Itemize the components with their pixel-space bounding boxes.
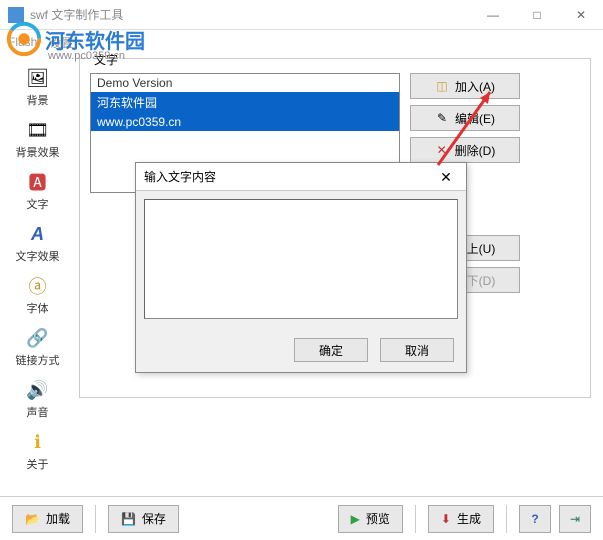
sidebar-item-about[interactable]: ℹ 关于 [8, 426, 68, 476]
menu-flash[interactable]: Flash [8, 35, 37, 49]
info-icon: ℹ [26, 430, 50, 454]
sidebar-item-label: 文字 [27, 196, 49, 212]
button-label: 生成 [457, 510, 481, 527]
add-icon: ◫ [435, 79, 449, 93]
cancel-button[interactable]: 取消 [380, 338, 454, 362]
exit-icon: ⇥ [570, 512, 580, 526]
minimize-button[interactable]: — [471, 0, 515, 30]
save-button[interactable]: 💾 保存 [108, 505, 179, 533]
load-button[interactable]: 📂 加载 [12, 505, 83, 533]
bottombar: 📂 加载 💾 保存 ▶ 预览 ⬇ 生成 ? ⇥ [0, 496, 603, 540]
sidebar-item-font[interactable]: ⓐ 字体 [8, 270, 68, 320]
help-button[interactable]: ? [519, 505, 551, 533]
divider [506, 505, 507, 533]
button-label: 删除(D) [455, 142, 496, 159]
sidebar-item-sound[interactable]: 🔊 声音 [8, 374, 68, 424]
menu-settings[interactable]: 设置 [49, 34, 73, 51]
sidebar-item-label: 背景 [27, 92, 49, 108]
dialog-title-text: 输入文字内容 [144, 168, 216, 185]
text-input[interactable] [144, 199, 458, 319]
text-effect-icon: A [26, 222, 50, 246]
sidebar-item-link[interactable]: 🔗 链接方式 [8, 322, 68, 372]
sidebar-item-label: 字体 [27, 300, 49, 316]
sidebar-item-label: 声音 [27, 404, 49, 420]
dialog-close-button[interactable]: ✕ [426, 163, 466, 191]
sidebar-item-label: 文字效果 [16, 248, 60, 264]
button-label: 预览 [366, 510, 390, 527]
button-label: 加载 [46, 510, 70, 527]
text-icon: 🅰 [26, 170, 50, 194]
generate-button[interactable]: ⬇ 生成 [428, 505, 494, 533]
preview-icon: ▶ [351, 512, 360, 526]
add-button[interactable]: ◫ 加入(A) [410, 73, 520, 99]
app-icon [8, 7, 24, 23]
generate-icon: ⬇ [441, 512, 451, 526]
preview-button[interactable]: ▶ 预览 [338, 505, 403, 533]
edit-icon: ✎ [435, 111, 449, 125]
maximize-button[interactable]: □ [515, 0, 559, 30]
titlebar: swf 文字制作工具 — □ ✕ [0, 0, 603, 30]
folder-open-icon: 📂 [25, 512, 40, 526]
edit-button[interactable]: ✎ 编辑(E) [410, 105, 520, 131]
close-button[interactable]: ✕ [559, 0, 603, 30]
font-icon: ⓐ [26, 274, 50, 298]
button-label: 编辑(E) [455, 110, 495, 127]
list-item[interactable]: www.pc0359.cn [91, 113, 399, 131]
list-item[interactable]: Demo Version [91, 74, 399, 92]
sidebar-item-label: 背景效果 [16, 144, 60, 160]
film-icon: 🎞 [26, 118, 50, 142]
input-dialog: 输入文字内容 ✕ 确定 取消 [135, 162, 467, 373]
sidebar-item-text[interactable]: 🅰 文字 [8, 166, 68, 216]
list-item[interactable]: 河东软件园 [91, 92, 399, 113]
sidebar-item-text-effect[interactable]: A 文字效果 [8, 218, 68, 268]
sidebar-item-label: 链接方式 [16, 352, 60, 368]
sidebar: 🖼 背景 🎞 背景效果 🅰 文字 A 文字效果 ⓐ 字体 🔗 链接方式 🔊 声音 [0, 54, 75, 494]
divider [415, 505, 416, 533]
sidebar-item-label: 关于 [27, 456, 49, 472]
window-title: swf 文字制作工具 [30, 6, 123, 23]
button-label: 加入(A) [455, 78, 495, 95]
delete-icon: ✕ [435, 143, 449, 157]
dialog-titlebar: 输入文字内容 ✕ [136, 163, 466, 191]
exit-button[interactable]: ⇥ [559, 505, 591, 533]
link-icon: 🔗 [26, 326, 50, 350]
button-label: 保存 [142, 510, 166, 527]
ok-button[interactable]: 确定 [294, 338, 368, 362]
groupbox-title: 文字 [90, 51, 122, 68]
sidebar-item-background[interactable]: 🖼 背景 [8, 62, 68, 112]
save-icon: 💾 [121, 512, 136, 526]
delete-button[interactable]: ✕ 删除(D) [410, 137, 520, 163]
sound-icon: 🔊 [26, 378, 50, 402]
sidebar-item-bg-effect[interactable]: 🎞 背景效果 [8, 114, 68, 164]
help-icon: ? [531, 512, 538, 526]
image-icon: 🖼 [26, 66, 50, 90]
divider [95, 505, 96, 533]
